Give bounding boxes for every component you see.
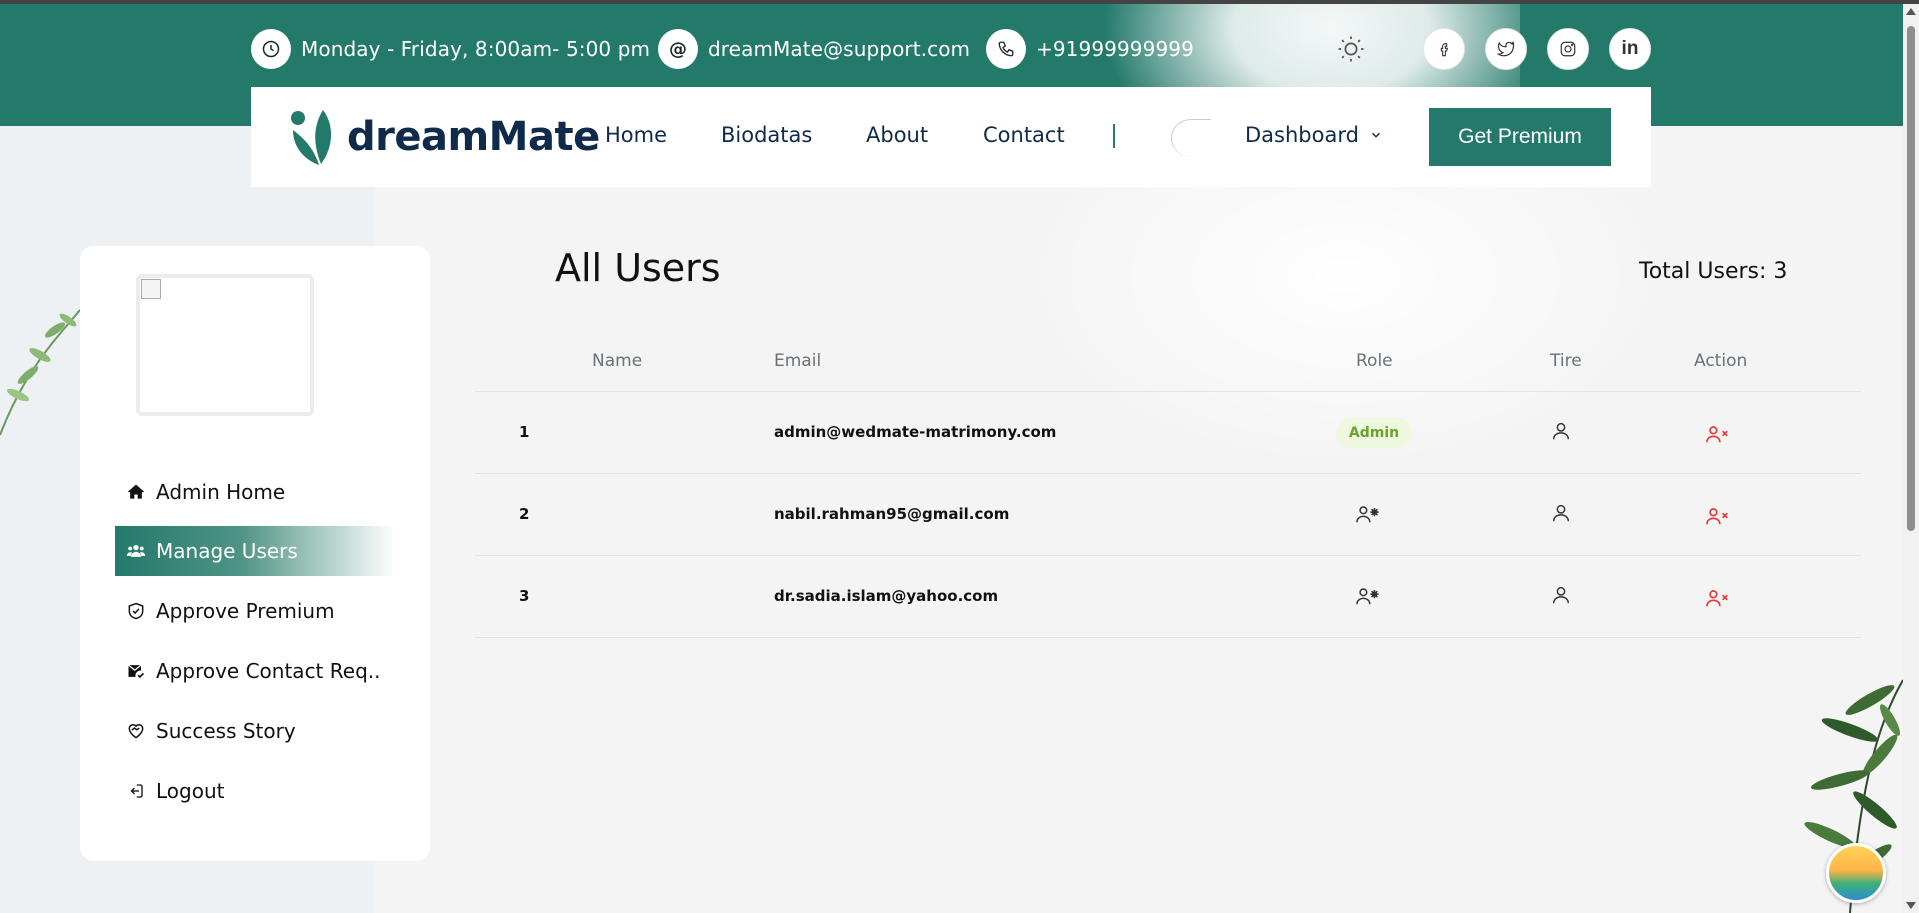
heart-handshake-icon [125,720,147,742]
row-number: 3 [519,587,530,605]
logout-icon [125,780,147,802]
page-scrollbar[interactable] [1903,4,1919,913]
get-premium-button[interactable]: Get Premium [1429,108,1611,166]
sidebar-item-success-story[interactable]: Success Story [115,706,395,756]
sidebar-item-admin-home[interactable]: Admin Home [115,467,395,517]
user-email: admin@wedmate-matrimony.com [774,423,1057,441]
table-row: 2 nabil.rahman95@gmail.com [475,474,1861,556]
scroll-down-icon[interactable] [1906,902,1916,909]
clock-icon [251,29,291,69]
nav-biodatas[interactable]: Biodatas [721,123,812,147]
linkedin-icon[interactable]: in [1609,28,1651,70]
nav-about[interactable]: About [866,123,928,147]
table-row: 1 admin@wedmate-matrimony.com Admin [475,392,1861,474]
row-number: 2 [519,505,530,523]
sidebar-item-label: Logout [156,779,225,803]
dashboard-label: Dashboard [1245,123,1359,147]
user-tier-icon[interactable] [1548,418,1574,444]
user-tier-icon[interactable] [1548,500,1574,526]
at-icon: @ [658,29,698,69]
sidebar: Admin Home Manage Users Approve Premium … [80,246,430,861]
users-table: Name Email Role Tire Action 1 admin@wedm… [475,330,1861,638]
sidebar-item-logout[interactable]: Logout [115,766,395,816]
page-title: All Users [555,246,721,290]
nav-avatar[interactable] [1171,119,1211,157]
sidebar-item-approve-premium[interactable]: Approve Premium [115,586,395,636]
brand-name: dreamMate [347,114,600,160]
dashboard-dropdown[interactable]: Dashboard [1245,123,1383,147]
home-icon [125,481,147,503]
hours-text: Monday - Friday, 8:00am- 5:00 pm [301,37,651,61]
remove-user-icon[interactable] [1705,503,1731,529]
column-header-tire: Tire [1550,351,1582,371]
nav-separator [1113,124,1115,148]
column-header-role: Role [1356,351,1393,371]
facebook-icon[interactable] [1423,28,1465,70]
chevron-down-icon [1371,132,1380,138]
sidebar-item-label: Admin Home [156,480,286,504]
scrollbar-thumb[interactable] [1907,26,1915,531]
instagram-icon[interactable] [1547,28,1589,70]
column-header-email: Email [774,351,822,371]
user-tier-icon[interactable] [1548,582,1574,608]
column-header-name: Name [592,351,643,371]
nav-home[interactable]: Home [605,123,667,147]
sidebar-item-label: Manage Users [156,539,298,563]
main-navbar: dreamMate Home Biodatas About Contact Da… [251,87,1651,187]
total-users-count: Total Users: 3 [1639,259,1788,284]
sidebar-item-label: Success Story [156,719,296,743]
make-admin-icon[interactable] [1355,583,1381,609]
remove-user-icon[interactable] [1705,585,1731,611]
hours-info: Monday - Friday, 8:00am- 5:00 pm [251,28,650,70]
row-number: 1 [519,423,530,441]
email-text[interactable]: dreamMate@support.com [708,37,970,61]
phone-info[interactable]: +91999999999 [986,28,1194,70]
table-header: Name Email Role Tire Action [475,330,1861,392]
sun-icon[interactable] [1334,32,1368,66]
twitter-icon[interactable] [1485,28,1527,70]
admin-role-badge: Admin [1336,418,1412,448]
nav-contact[interactable]: Contact [983,123,1065,147]
floating-app-icon[interactable] [1826,843,1886,903]
mail-check-icon [125,660,147,682]
table-row: 3 dr.sadia.islam@yahoo.com [475,556,1861,638]
users-icon [125,540,147,562]
phone-text[interactable]: +91999999999 [1036,37,1194,61]
remove-user-icon[interactable] [1705,421,1731,447]
sidebar-item-approve-contact[interactable]: Approve Contact Req.. [115,646,395,696]
profile-image [136,274,314,416]
shield-check-icon [125,600,147,622]
user-email: nabil.rahman95@gmail.com [774,505,1010,523]
email-info[interactable]: @ dreamMate@support.com [658,28,970,70]
brand-logo[interactable]: dreamMate [289,108,600,166]
phone-icon [986,29,1026,69]
user-email: dr.sadia.islam@yahoo.com [774,587,999,605]
sidebar-item-label: Approve Premium [156,599,335,623]
brand-leaf-icon [291,110,332,165]
make-admin-icon[interactable] [1355,501,1381,527]
sidebar-item-label: Approve Contact Req.. [156,659,381,683]
scroll-up-icon[interactable] [1906,8,1916,15]
plant-decoration-left-icon [0,309,80,436]
column-header-action: Action [1694,351,1748,371]
sidebar-item-manage-users[interactable]: Manage Users [115,526,395,576]
